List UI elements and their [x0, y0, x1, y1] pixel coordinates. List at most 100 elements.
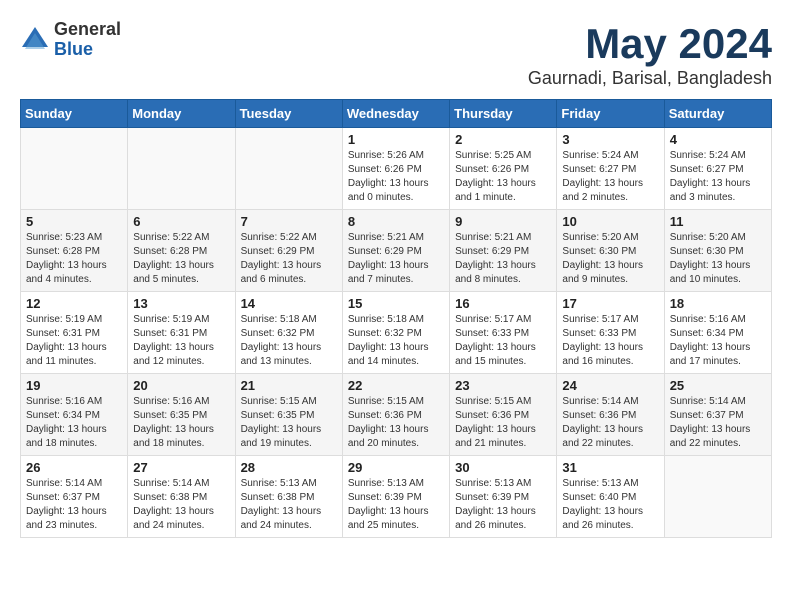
- day-info: Sunrise: 5:22 AMSunset: 6:29 PMDaylight:…: [241, 231, 337, 287]
- day-number: 24: [562, 378, 658, 393]
- day-info: Sunrise: 5:21 AMSunset: 6:29 PMDaylight:…: [348, 231, 444, 287]
- day-info: Sunrise: 5:19 AMSunset: 6:31 PMDaylight:…: [26, 313, 122, 369]
- column-header-friday: Friday: [557, 100, 664, 128]
- column-header-sunday: Sunday: [21, 100, 128, 128]
- week-row-2: 5Sunrise: 5:23 AMSunset: 6:28 PMDaylight…: [21, 210, 772, 292]
- day-info: Sunrise: 5:15 AMSunset: 6:36 PMDaylight:…: [348, 395, 444, 451]
- week-row-3: 12 Sunrise: 5:19 AMSunset: 6:31 PMDayligh…: [21, 292, 772, 374]
- day-number: 10: [562, 214, 658, 229]
- day-cell: 17 Sunrise: 5:17 AMSunset: 6:33 PMDayligh…: [557, 292, 664, 374]
- day-number: 23: [455, 378, 551, 393]
- day-cell: [128, 128, 235, 210]
- day-number: 11: [670, 214, 766, 229]
- week-row-5: 26 Sunrise: 5:14 AMSunset: 6:37 PMDayligh…: [21, 456, 772, 538]
- day-cell: 22Sunrise: 5:15 AMSunset: 6:36 PMDayligh…: [342, 374, 449, 456]
- column-header-monday: Monday: [128, 100, 235, 128]
- day-number: 27: [133, 460, 229, 475]
- page-header: General Blue May 2024 Gaurnadi, Barisal,…: [20, 20, 772, 89]
- day-info: Sunrise: 5:20 AMSunset: 6:30 PMDaylight:…: [670, 231, 766, 287]
- day-number: 16: [455, 296, 551, 311]
- day-number: 17: [562, 296, 658, 311]
- day-cell: 7Sunrise: 5:22 AMSunset: 6:29 PMDaylight…: [235, 210, 342, 292]
- day-cell: 23 Sunrise: 5:15 AMSunset: 6:36 PMDayligh…: [450, 374, 557, 456]
- day-number: 1: [348, 132, 444, 147]
- day-info: Sunrise: 5:23 AMSunset: 6:28 PMDaylight:…: [26, 231, 122, 287]
- day-info: Sunrise: 5:18 AMSunset: 6:32 PMDaylight:…: [348, 313, 444, 369]
- month-title: May 2024: [528, 20, 772, 68]
- week-row-4: 19 Sunrise: 5:16 AMSunset: 6:34 PMDayligh…: [21, 374, 772, 456]
- day-number: 13: [133, 296, 229, 311]
- day-cell: 16 Sunrise: 5:17 AMSunset: 6:33 PMDayligh…: [450, 292, 557, 374]
- column-header-saturday: Saturday: [664, 100, 771, 128]
- day-info: Sunrise: 5:13 AMSunset: 6:40 PMDaylight:…: [562, 477, 658, 533]
- day-info: Sunrise: 5:13 AMSunset: 6:39 PMDaylight:…: [348, 477, 444, 533]
- day-cell: 5Sunrise: 5:23 AMSunset: 6:28 PMDaylight…: [21, 210, 128, 292]
- day-info: Sunrise: 5:26 AMSunset: 6:26 PMDaylight:…: [348, 149, 444, 205]
- day-number: 2: [455, 132, 551, 147]
- day-cell: 31 Sunrise: 5:13 AMSunset: 6:40 PMDayligh…: [557, 456, 664, 538]
- day-info: Sunrise: 5:15 AMSunset: 6:36 PMDaylight:…: [455, 395, 551, 451]
- day-cell: [235, 128, 342, 210]
- day-cell: 21 Sunrise: 5:15 AMSunset: 6:35 PMDayligh…: [235, 374, 342, 456]
- day-number: 19: [26, 378, 122, 393]
- header-row: SundayMondayTuesdayWednesdayThursdayFrid…: [21, 100, 772, 128]
- day-cell: 18 Sunrise: 5:16 AMSunset: 6:34 PMDayligh…: [664, 292, 771, 374]
- day-number: 26: [26, 460, 122, 475]
- day-cell: 9 Sunrise: 5:21 AMSunset: 6:29 PMDaylight…: [450, 210, 557, 292]
- day-cell: 3 Sunrise: 5:24 AMSunset: 6:27 PMDaylight…: [557, 128, 664, 210]
- day-cell: 19 Sunrise: 5:16 AMSunset: 6:34 PMDayligh…: [21, 374, 128, 456]
- day-cell: 27 Sunrise: 5:14 AMSunset: 6:38 PMDayligh…: [128, 456, 235, 538]
- logo-icon: [20, 25, 50, 55]
- day-number: 9: [455, 214, 551, 229]
- day-cell: 10 Sunrise: 5:20 AMSunset: 6:30 PMDayligh…: [557, 210, 664, 292]
- day-info: Sunrise: 5:16 AMSunset: 6:34 PMDaylight:…: [26, 395, 122, 451]
- day-number: 14: [241, 296, 337, 311]
- day-info: Sunrise: 5:14 AMSunset: 6:37 PMDaylight:…: [26, 477, 122, 533]
- day-info: Sunrise: 5:17 AMSunset: 6:33 PMDaylight:…: [455, 313, 551, 369]
- day-cell: 26 Sunrise: 5:14 AMSunset: 6:37 PMDayligh…: [21, 456, 128, 538]
- day-info: Sunrise: 5:24 AMSunset: 6:27 PMDaylight:…: [562, 149, 658, 205]
- day-info: Sunrise: 5:24 AMSunset: 6:27 PMDaylight:…: [670, 149, 766, 205]
- day-info: Sunrise: 5:14 AMSunset: 6:37 PMDaylight:…: [670, 395, 766, 451]
- day-cell: 12 Sunrise: 5:19 AMSunset: 6:31 PMDayligh…: [21, 292, 128, 374]
- logo-general-text: General: [54, 20, 121, 40]
- day-cell: 4Sunrise: 5:24 AMSunset: 6:27 PMDaylight…: [664, 128, 771, 210]
- day-number: 3: [562, 132, 658, 147]
- day-number: 31: [562, 460, 658, 475]
- calendar-table: SundayMondayTuesdayWednesdayThursdayFrid…: [20, 99, 772, 538]
- day-info: Sunrise: 5:15 AMSunset: 6:35 PMDaylight:…: [241, 395, 337, 451]
- day-number: 15: [348, 296, 444, 311]
- day-info: Sunrise: 5:16 AMSunset: 6:34 PMDaylight:…: [670, 313, 766, 369]
- day-cell: 13 Sunrise: 5:19 AMSunset: 6:31 PMDayligh…: [128, 292, 235, 374]
- day-info: Sunrise: 5:20 AMSunset: 6:30 PMDaylight:…: [562, 231, 658, 287]
- column-header-thursday: Thursday: [450, 100, 557, 128]
- day-info: Sunrise: 5:17 AMSunset: 6:33 PMDaylight:…: [562, 313, 658, 369]
- day-info: Sunrise: 5:19 AMSunset: 6:31 PMDaylight:…: [133, 313, 229, 369]
- day-info: Sunrise: 5:22 AMSunset: 6:28 PMDaylight:…: [133, 231, 229, 287]
- day-number: 21: [241, 378, 337, 393]
- day-cell: [664, 456, 771, 538]
- logo-text: General Blue: [54, 20, 121, 60]
- location-title: Gaurnadi, Barisal, Bangladesh: [528, 68, 772, 89]
- day-info: Sunrise: 5:13 AMSunset: 6:39 PMDaylight:…: [455, 477, 551, 533]
- day-cell: 29Sunrise: 5:13 AMSunset: 6:39 PMDayligh…: [342, 456, 449, 538]
- day-number: 20: [133, 378, 229, 393]
- day-cell: 11 Sunrise: 5:20 AMSunset: 6:30 PMDayligh…: [664, 210, 771, 292]
- day-cell: 28 Sunrise: 5:13 AMSunset: 6:38 PMDayligh…: [235, 456, 342, 538]
- day-info: Sunrise: 5:21 AMSunset: 6:29 PMDaylight:…: [455, 231, 551, 287]
- day-info: Sunrise: 5:14 AMSunset: 6:36 PMDaylight:…: [562, 395, 658, 451]
- day-info: Sunrise: 5:18 AMSunset: 6:32 PMDaylight:…: [241, 313, 337, 369]
- day-number: 12: [26, 296, 122, 311]
- day-info: Sunrise: 5:13 AMSunset: 6:38 PMDaylight:…: [241, 477, 337, 533]
- day-info: Sunrise: 5:14 AMSunset: 6:38 PMDaylight:…: [133, 477, 229, 533]
- day-cell: 25 Sunrise: 5:14 AMSunset: 6:37 PMDayligh…: [664, 374, 771, 456]
- day-number: 25: [670, 378, 766, 393]
- day-number: 30: [455, 460, 551, 475]
- logo-blue-text: Blue: [54, 40, 121, 60]
- day-number: 18: [670, 296, 766, 311]
- day-number: 28: [241, 460, 337, 475]
- day-cell: 1 Sunrise: 5:26 AMSunset: 6:26 PMDaylight…: [342, 128, 449, 210]
- day-cell: 14 Sunrise: 5:18 AMSunset: 6:32 PMDayligh…: [235, 292, 342, 374]
- column-header-tuesday: Tuesday: [235, 100, 342, 128]
- day-number: 6: [133, 214, 229, 229]
